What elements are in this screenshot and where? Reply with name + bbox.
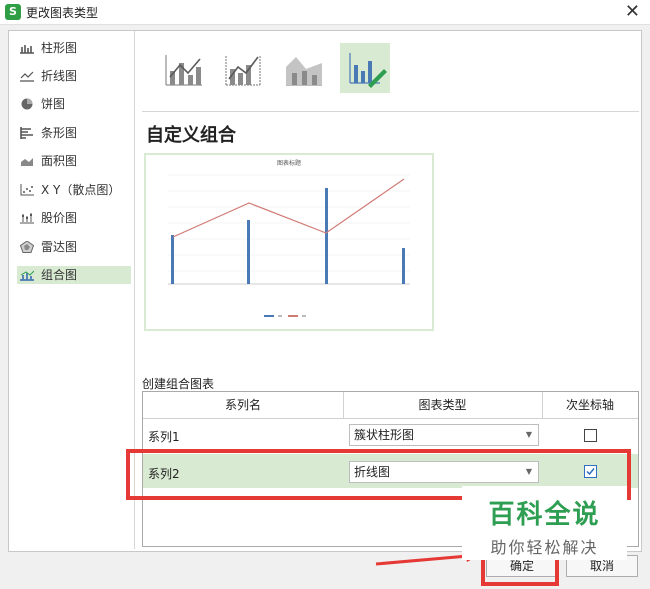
sidebar-item-label: X Y（散点图） <box>41 183 121 197</box>
close-button[interactable]: ✕ <box>625 1 640 22</box>
sidebar-item-label: 雷达图 <box>41 240 78 254</box>
sidebar-item-label: 折线图 <box>41 69 78 83</box>
preview-chart-title: 图表标题 <box>277 159 301 167</box>
sidebar-item-area[interactable]: 面积图 <box>17 152 131 170</box>
section-heading: 自定义组合 <box>146 125 236 146</box>
area-chart-icon <box>20 158 34 166</box>
secondary-axis-checkbox[interactable] <box>584 429 597 442</box>
select-value: 簇状柱形图 <box>354 428 415 442</box>
preview-line-series <box>172 178 405 238</box>
column-line-combo-icon <box>165 55 202 86</box>
subtype-custom-combo[interactable] <box>340 43 390 93</box>
column-header-secondary-axis: 次坐标轴 <box>542 392 638 419</box>
sidebar-item-combo[interactable]: 组合图 <box>17 266 131 284</box>
subtype-area-column[interactable] <box>278 43 328 93</box>
sidebar-item-line[interactable]: 折线图 <box>17 67 131 85</box>
column-header-series-name: 系列名 <box>143 392 344 419</box>
scatter-chart-icon <box>20 184 34 196</box>
preview-bar <box>247 220 250 284</box>
watermark-title: 百科全说 <box>488 500 601 530</box>
window-title: 更改图表类型 <box>26 6 99 20</box>
sidebar-item-stock[interactable]: 股价图 <box>17 209 131 227</box>
pie-chart-icon <box>21 98 33 110</box>
sidebar-item-label: 面积图 <box>41 154 78 168</box>
stock-chart-icon <box>20 213 34 224</box>
watermark: 百科全说 助你轻松解决 <box>462 486 627 560</box>
custom-combo-icon <box>349 53 387 88</box>
column-chart-icon <box>20 45 34 54</box>
area-column-combo-icon <box>286 57 322 86</box>
sidebar-item-pie[interactable]: 饼图 <box>17 95 131 113</box>
sidebar-item-column[interactable]: 柱形图 <box>17 39 131 57</box>
subtype-column-line-secondary[interactable] <box>218 43 268 93</box>
chart-type-select[interactable]: 簇状柱形图 ▼ <box>349 424 539 446</box>
title-bar: S 更改图表类型 ✕ <box>0 0 650 25</box>
app-logo-icon: S <box>5 4 21 20</box>
sidebar-item-scatter[interactable]: X Y（散点图） <box>17 181 131 199</box>
watermark-subtitle: 助你轻松解决 <box>490 538 599 557</box>
combo-subtype-gallery <box>142 31 639 112</box>
sidebar-item-label: 柱形图 <box>41 41 78 55</box>
sidebar-item-radar[interactable]: 雷达图 <box>17 238 131 256</box>
series-name: 系列1 <box>148 430 180 444</box>
create-combo-label: 创建组合图表 <box>142 377 215 391</box>
sidebar-item-label: 饼图 <box>41 97 66 111</box>
subtype-column-line[interactable] <box>158 43 208 93</box>
line-chart-icon <box>20 71 34 82</box>
sidebar-item-label: 条形图 <box>41 126 78 140</box>
chart-preview: 图表标题 <box>144 153 434 331</box>
sidebar-item-label: 组合图 <box>41 268 78 282</box>
bar-chart-icon <box>20 127 33 139</box>
radar-chart-icon <box>20 241 34 253</box>
preview-bar <box>402 248 405 284</box>
chart-category-sidebar: 柱形图 折线图 饼图 条形图 面积图 X Y（散点图） 股价图 雷达图 组合图 <box>9 31 135 549</box>
preview-bar <box>171 235 174 284</box>
combo-chart-icon <box>20 270 34 281</box>
column-header-chart-type: 图表类型 <box>343 392 543 419</box>
chevron-down-icon: ▼ <box>525 430 532 439</box>
sidebar-item-label: 股价图 <box>41 211 78 225</box>
preview-bar <box>325 188 328 284</box>
sidebar-item-bar[interactable]: 条形图 <box>17 124 131 142</box>
column-line-secondary-icon <box>225 55 261 86</box>
preview-legend <box>264 315 306 317</box>
